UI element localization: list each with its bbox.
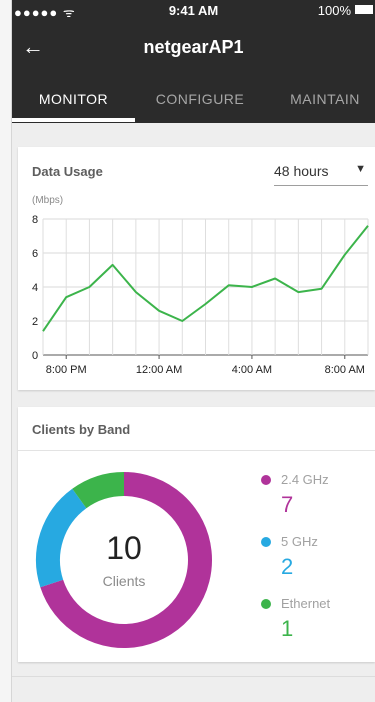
left-edge — [0, 0, 12, 702]
nav-bar: ← netgearAP1 — [12, 20, 375, 75]
legend-dot-5ghz — [261, 537, 271, 547]
y-tick-label: 0 — [32, 350, 38, 362]
tab-configure[interactable]: CONFIGURE — [135, 75, 265, 123]
clients-card-header: Clients by Band — [18, 407, 375, 451]
tab-monitor[interactable]: MONITOR — [12, 75, 135, 123]
y-tick-label: 6 — [32, 248, 38, 260]
tab-bar: MONITOR CONFIGURE MAINTAIN — [12, 75, 375, 123]
legend-dot-2-4ghz — [261, 475, 271, 485]
clients-total-label: Clients — [102, 573, 146, 589]
data-usage-chart: (Mbps) 0 2 4 6 8 8:00 PM 12:00 AM 4:00 AM 8:00 AM — [32, 195, 369, 376]
x-tick-label: 8:00 AM — [325, 364, 365, 376]
x-tick-label: 8:00 PM — [46, 364, 87, 376]
legend-dot-ethernet — [261, 599, 271, 609]
page-title: netgearAP1 — [143, 37, 244, 57]
tab-maintain[interactable]: MAINTAIN — [265, 75, 375, 123]
legend-count-5ghz: 2 — [281, 554, 294, 579]
legend-count-2-4ghz: 7 — [281, 492, 294, 517]
app-screen: ●●●●● ᯤ 9:41 AM 100% ← netgearAP1 MONITO… — [12, 0, 375, 702]
y-tick-label: 4 — [32, 282, 38, 294]
legend-label-ethernet: Ethernet — [281, 596, 331, 611]
clients-total-count: 10 — [106, 530, 142, 566]
status-bar: ●●●●● ᯤ 9:41 AM 100% — [12, 0, 375, 20]
donut-slice-ethernet — [72, 472, 125, 509]
y-axis-unit: (Mbps) — [32, 195, 63, 206]
legend-label-5ghz: 5 GHz — [281, 534, 318, 549]
battery-icon — [355, 5, 373, 14]
legend-label-2-4ghz: 2.4 GHz — [281, 472, 329, 487]
y-tick-label: 2 — [32, 316, 38, 328]
data-usage-card: Data Usage 48 hours ▼ (Mbps) 0 2 4 6 8 8:00 PM… — [18, 147, 375, 390]
legend-count-ethernet: 1 — [281, 616, 294, 641]
x-tick-label: 12:00 AM — [136, 364, 182, 376]
x-tick-label: 4:00 AM — [232, 364, 272, 376]
y-tick-label: 8 — [32, 214, 38, 226]
battery-percent: 100% — [317, 3, 351, 18]
bottom-divider — [12, 676, 375, 677]
clients-card-title: Clients by Band — [32, 422, 131, 437]
active-tab-indicator — [12, 118, 135, 122]
